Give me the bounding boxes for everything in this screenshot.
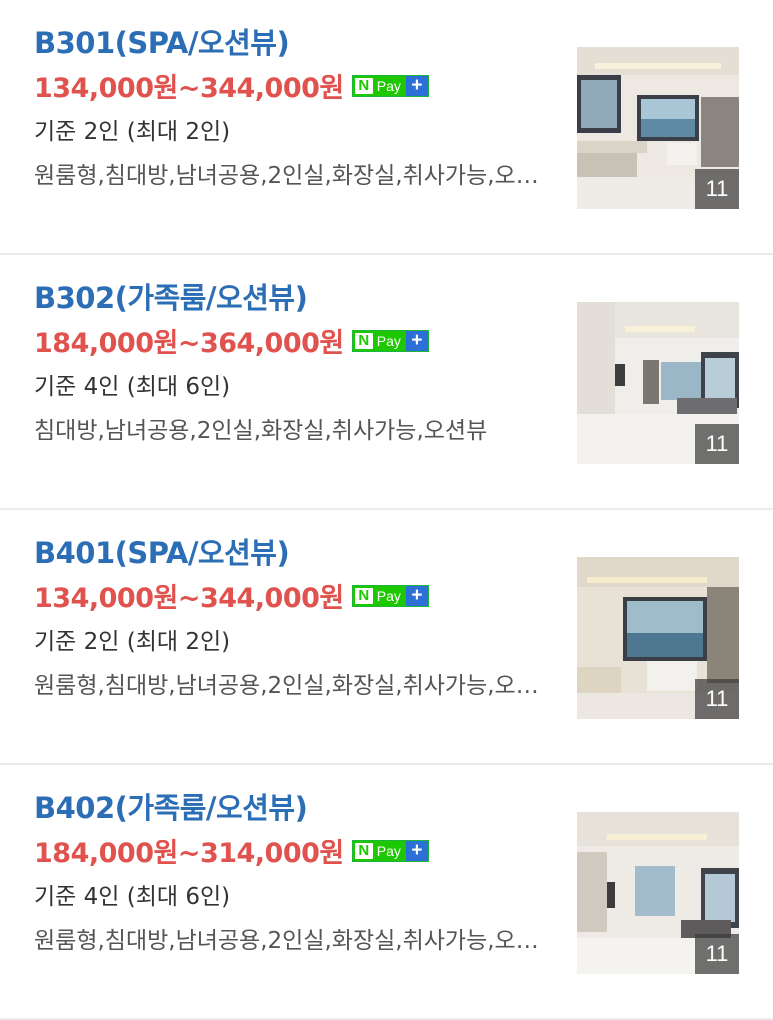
room-name[interactable]: B402(가족룸/오션뷰) (34, 785, 308, 827)
room-item[interactable]: B401(SPA/오션뷰) 134,000원~344,000원 N Pay + … (0, 510, 773, 765)
room-item[interactable]: B301(SPA/오션뷰) 134,000원~344,000원 N Pay + … (0, 0, 773, 255)
plus-icon: + (405, 840, 428, 861)
photo-count: 11 (695, 934, 739, 974)
plus-icon: + (405, 75, 428, 96)
naver-pay-badge: N Pay + (351, 839, 429, 862)
room-item[interactable]: B402(가족룸/오션뷰) 184,000원~314,000원 N Pay + … (0, 765, 773, 1020)
room-list: B301(SPA/오션뷰) 134,000원~344,000원 N Pay + … (0, 0, 773, 1020)
naver-pay-badge: N Pay + (351, 74, 429, 97)
photo-count: 11 (695, 679, 739, 719)
room-name[interactable]: B302(가족룸/오션뷰) (34, 275, 308, 317)
naver-pay-badge: N Pay + (351, 584, 429, 607)
room-amenities: 원룸형,침대방,남녀공용,2인실,화장실,취사가능,오션뷰,스파 (34, 163, 549, 189)
room-price: 134,000원~344,000원 (34, 583, 344, 614)
room-price: 184,000원~364,000원 (34, 328, 344, 359)
room-capacity: 기준 4인 (최대 6인) (34, 884, 231, 910)
price-row: 134,000원~344,000원 N Pay + (34, 576, 429, 615)
room-capacity: 기준 2인 (최대 2인) (34, 629, 231, 655)
room-amenities: 원룸형,침대방,남녀공용,2인실,화장실,취사가능,오션뷰,스파 (34, 673, 549, 699)
room-price: 184,000원~314,000원 (34, 838, 344, 869)
pay-label: Pay (376, 332, 401, 349)
room-name[interactable]: B401(SPA/오션뷰) (34, 530, 290, 572)
room-price: 134,000원~344,000원 (34, 73, 344, 104)
room-item[interactable]: B302(가족룸/오션뷰) 184,000원~364,000원 N Pay + … (0, 255, 773, 510)
price-row: 184,000원~314,000원 N Pay + (34, 831, 429, 870)
pay-label: Pay (376, 77, 401, 94)
naver-pay-badge: N Pay + (351, 329, 429, 352)
photo-count: 11 (695, 169, 739, 209)
room-thumbnail[interactable]: 11 (577, 302, 739, 464)
price-row: 184,000원~364,000원 N Pay + (34, 321, 429, 360)
room-capacity: 기준 2인 (최대 2인) (34, 119, 231, 145)
room-amenities: 침대방,남녀공용,2인실,화장실,취사가능,오션뷰 (34, 418, 488, 444)
photo-count: 11 (695, 424, 739, 464)
naver-n-icon: N (354, 587, 373, 604)
plus-icon: + (405, 330, 428, 351)
room-thumbnail[interactable]: 11 (577, 812, 739, 974)
price-row: 134,000원~344,000원 N Pay + (34, 66, 429, 105)
room-thumbnail[interactable]: 11 (577, 47, 739, 209)
naver-n-icon: N (354, 77, 373, 94)
room-thumbnail[interactable]: 11 (577, 557, 739, 719)
plus-icon: + (405, 585, 428, 606)
room-amenities: 원룸형,침대방,남녀공용,2인실,화장실,취사가능,오션뷰 (34, 928, 549, 954)
naver-n-icon: N (354, 842, 373, 859)
room-capacity: 기준 4인 (최대 6인) (34, 374, 231, 400)
pay-label: Pay (376, 842, 401, 859)
naver-n-icon: N (354, 332, 373, 349)
room-name[interactable]: B301(SPA/오션뷰) (34, 20, 290, 62)
pay-label: Pay (376, 587, 401, 604)
